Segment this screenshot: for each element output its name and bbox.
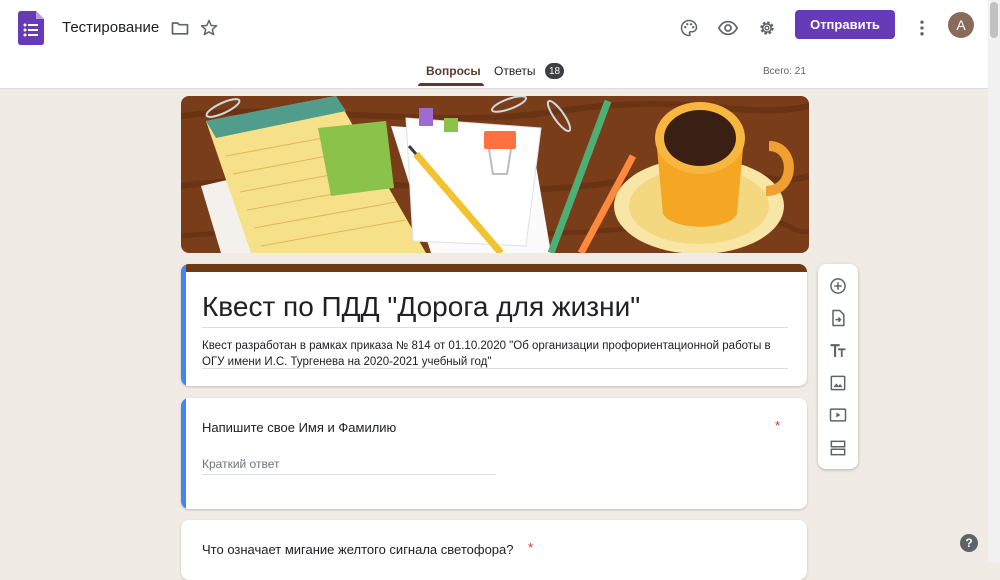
eye-icon[interactable] [716,16,740,40]
scrollbar-thumb[interactable] [990,2,998,38]
header-banner-image [181,96,809,253]
scrollbar[interactable] [988,0,1000,562]
google-forms-icon[interactable] [18,11,44,45]
question-title[interactable]: Напишите свое Имя и Фамилию [202,420,396,435]
question-card[interactable]: Что означает мигание желтого сигнала све… [181,520,807,580]
star-icon[interactable] [197,16,221,40]
tab-questions[interactable]: Вопросы [426,64,481,78]
required-mark: * [775,418,781,433]
theme-color-stripe [181,264,807,272]
folder-icon[interactable] [168,16,192,40]
focus-indicator [181,398,186,509]
more-vert-icon[interactable] [910,16,934,40]
question-title[interactable]: Что означает мигание желтого сигнала све… [202,542,514,557]
required-mark: * [528,540,534,555]
form-description[interactable]: Квест разработан в рамках приказа № 814 … [202,338,792,370]
section-icon[interactable] [826,436,850,460]
divider [202,368,788,369]
image-icon[interactable] [826,371,850,395]
gear-icon[interactable] [755,16,779,40]
document-title[interactable]: Тестирование [62,19,159,36]
divider [202,327,788,328]
form-title-card[interactable]: Квест по ПДД "Дорога для жизни" Квест ра… [181,264,807,386]
top-bar: Тестирование Отправить A Вопросы Ответы … [0,0,988,89]
answer-underline [202,474,496,475]
total-points: Всего: 21 [763,66,806,77]
import-questions-icon[interactable] [826,306,850,330]
add-question-icon[interactable] [826,274,850,298]
title-text-icon[interactable] [826,339,850,363]
palette-icon[interactable] [677,16,701,40]
question-toolbar [818,264,858,469]
focus-indicator [181,264,186,386]
question-card[interactable]: Напишите свое Имя и Фамилию * Краткий от… [181,398,807,509]
avatar[interactable]: A [948,12,974,38]
send-button[interactable]: Отправить [795,10,895,39]
tab-responses[interactable]: Ответы [494,64,535,78]
help-icon[interactable]: ? [960,534,978,552]
video-icon[interactable] [826,403,850,427]
responses-count-badge: 18 [545,63,564,79]
active-tab-indicator [418,83,484,86]
form-title[interactable]: Квест по ПДД "Дорога для жизни" [202,291,640,323]
short-answer-placeholder: Краткий ответ [202,457,280,471]
